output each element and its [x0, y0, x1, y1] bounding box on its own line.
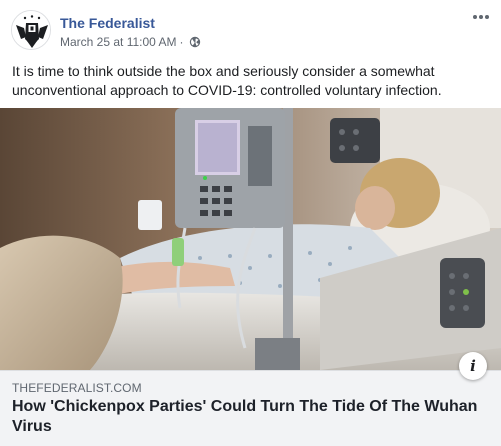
link-title[interactable]: How 'Chickenpox Parties' Could Turn The … [12, 397, 482, 437]
more-options-icon [473, 15, 489, 19]
link-domain: THEFEDERALIST.COM [12, 381, 142, 395]
federalist-eagle-logo [12, 11, 50, 49]
link-preview-image[interactable] [0, 108, 501, 370]
facebook-post: The Federalist March 25 at 11:00 AM · It… [0, 0, 501, 446]
page-name-link[interactable]: The Federalist [60, 15, 155, 31]
more-options-button[interactable] [471, 10, 491, 24]
post-message: It is time to think outside the box and … [12, 63, 442, 98]
hospital-patient-photo [0, 108, 501, 370]
post-header: The Federalist March 25 at 11:00 AM · [11, 10, 491, 56]
globe-icon[interactable] [189, 36, 201, 48]
info-icon[interactable]: i [459, 352, 487, 380]
post-meta: March 25 at 11:00 AM · [60, 35, 201, 49]
link-preview[interactable]: THEFEDERALIST.COM How 'Chickenpox Partie… [0, 370, 501, 446]
meta-separator: · [179, 35, 184, 49]
page-avatar[interactable] [11, 10, 51, 50]
post-timestamp[interactable]: March 25 at 11:00 AM [60, 35, 177, 49]
